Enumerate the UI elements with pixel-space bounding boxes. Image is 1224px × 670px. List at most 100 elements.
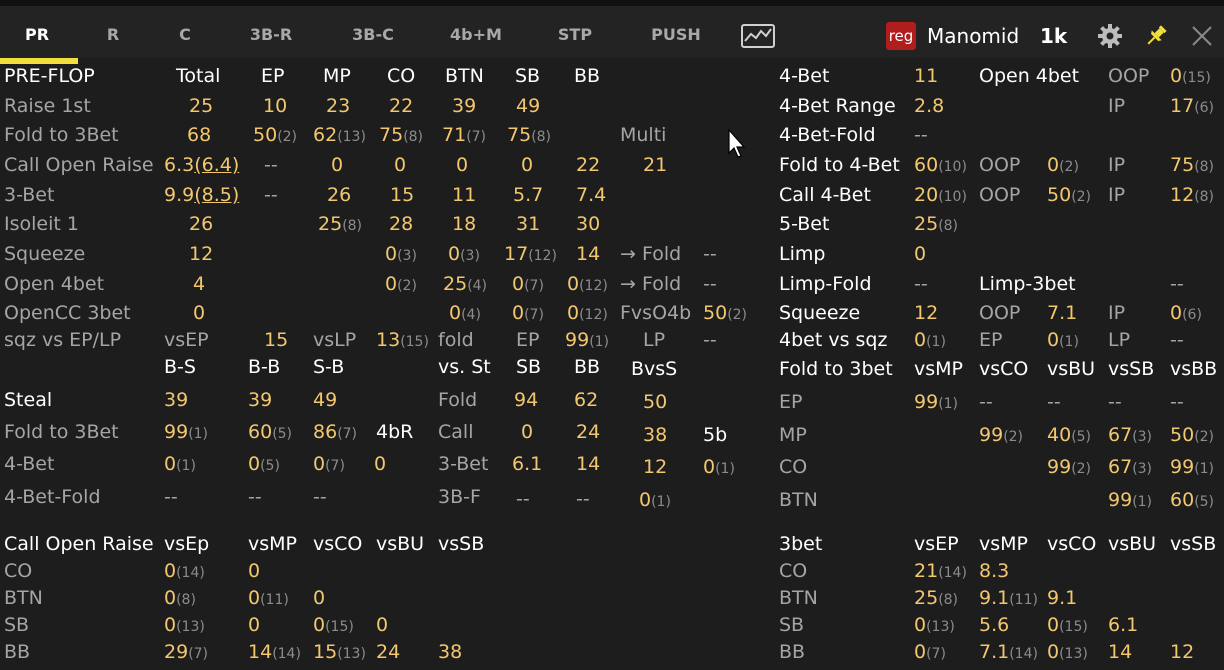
tab-4b-m[interactable]: 4b+M: [436, 12, 516, 60]
stat-label: 4-Bet Range: [779, 95, 896, 117]
sample-size: (8): [1194, 189, 1215, 205]
stat-value: 99(1): [164, 421, 208, 445]
cell-text: 50: [253, 124, 278, 146]
stat-label: S-B: [313, 356, 344, 378]
cell-text: 25: [914, 587, 939, 609]
stat-value: 50(2): [1170, 424, 1214, 448]
sample-size: (13): [337, 646, 366, 662]
player-name: Manomid: [927, 24, 1020, 48]
pin-icon[interactable]: [1143, 23, 1169, 49]
cell-text: 0: [914, 243, 927, 265]
sample-size: (6): [1182, 307, 1202, 323]
sample-size: (8): [403, 129, 424, 145]
stat-value: 12(8): [1170, 184, 1214, 208]
stat-label: Raise 1st: [4, 95, 91, 117]
cell-text: EP: [779, 391, 803, 413]
tab-r[interactable]: R: [80, 12, 146, 60]
sample-size: (7): [524, 307, 544, 323]
player-type-badge: reg: [886, 22, 916, 50]
cell-text: S-B: [313, 356, 345, 378]
sample-size: (1): [1194, 461, 1215, 477]
stat-value: 0: [313, 587, 325, 609]
cell-text: 4bR: [376, 421, 414, 443]
cell-text: vsEP: [164, 329, 209, 351]
sample-size: (8): [342, 218, 363, 234]
stat-label: 5-Bet: [779, 213, 829, 235]
cell-text: 26: [327, 184, 352, 206]
cell-text: 24: [576, 421, 601, 443]
cell-text: Fold to 3bet: [779, 358, 893, 380]
stat-label: vsBU: [1108, 533, 1156, 555]
cell-text: EP: [979, 329, 1003, 351]
tab-3b-c[interactable]: 3B-C: [334, 12, 412, 60]
sample-size: (7): [466, 129, 487, 145]
gear-icon[interactable]: [1097, 23, 1123, 49]
cell-text: IP: [1108, 184, 1126, 206]
cell-text: SB: [4, 614, 30, 636]
cell-text: 10: [263, 95, 288, 117]
sample-size: (10): [938, 189, 967, 205]
stat-value: 0(13): [914, 614, 955, 638]
tab-c[interactable]: C: [152, 12, 218, 60]
cell-text: 0: [385, 273, 398, 295]
stat-label: sqz vs EP/LP: [4, 329, 121, 351]
stat-value: 0: [248, 614, 260, 636]
cell-text: 49: [516, 95, 541, 117]
cell-text: 9.1: [1047, 587, 1078, 609]
stat-value: 13(15): [376, 329, 429, 353]
cell-text: 0: [512, 302, 525, 324]
cell-text: Multi: [620, 124, 667, 146]
stat-value: 14: [1108, 641, 1132, 663]
cell-text: 18: [452, 213, 477, 235]
sample-size: (13): [926, 619, 955, 635]
sample-size: (1): [589, 334, 610, 350]
stat-label: OpenCC 3bet: [4, 302, 131, 324]
tab-pr[interactable]: PR: [0, 12, 74, 60]
stat-value: 0: [376, 614, 388, 636]
stat-value: 75(8): [507, 124, 551, 148]
stat-label: BvsS: [631, 358, 677, 380]
stat-value: --: [1108, 391, 1122, 413]
tab-3b-r[interactable]: 3B-R: [232, 12, 310, 60]
sample-size: (12): [579, 278, 608, 294]
sample-size: (3): [1132, 429, 1153, 445]
stat-value: 39: [452, 95, 476, 117]
cell-text: 0: [164, 614, 177, 636]
stat-value: 67(3): [1108, 456, 1152, 480]
cell-text: sqz vs EP/LP: [4, 329, 122, 351]
cell-text: --: [914, 124, 928, 146]
cell-text: IP: [1108, 154, 1126, 176]
cell-text: 25: [443, 273, 468, 295]
stat-value: --: [703, 329, 717, 351]
stat-value: 0(1): [1047, 329, 1079, 353]
stat-value: 12: [1170, 641, 1194, 663]
chart-icon[interactable]: [741, 24, 775, 48]
stat-value: 94: [514, 389, 538, 411]
stat-value: 99(2): [1047, 456, 1091, 480]
sample-size: (7): [926, 646, 946, 662]
cell-text: 50: [643, 391, 668, 413]
cell-text: BTN: [779, 489, 818, 511]
stat-value: 68: [187, 124, 211, 146]
stat-value: 12: [189, 243, 213, 265]
stat-label: fold: [438, 329, 474, 351]
cell-text: 7.4: [576, 184, 607, 206]
stat-value: 0: [914, 243, 926, 265]
stat-value: 86(7): [313, 421, 357, 445]
stat-value: 0: [331, 154, 343, 176]
sample-size: (11): [260, 592, 289, 608]
stat-label: 3-Bet: [438, 453, 488, 475]
cell-text: B-S: [164, 356, 196, 378]
stat-label: Steal: [4, 389, 52, 411]
stat-label: 4-Bet-Fold: [779, 124, 876, 146]
tab-stp[interactable]: STP: [542, 12, 608, 60]
tab-push[interactable]: PUSH: [640, 12, 712, 60]
sample-size: (4): [467, 278, 488, 294]
cell-text: 4-Bet-Fold: [779, 124, 876, 146]
close-icon[interactable]: [1191, 25, 1213, 47]
stat-label: BTN: [779, 587, 818, 609]
stat-label: vsMP: [979, 533, 1028, 555]
sample-size: (7): [337, 426, 358, 442]
stat-value: 99(1): [1170, 456, 1214, 480]
sample-size: (14): [176, 565, 205, 581]
